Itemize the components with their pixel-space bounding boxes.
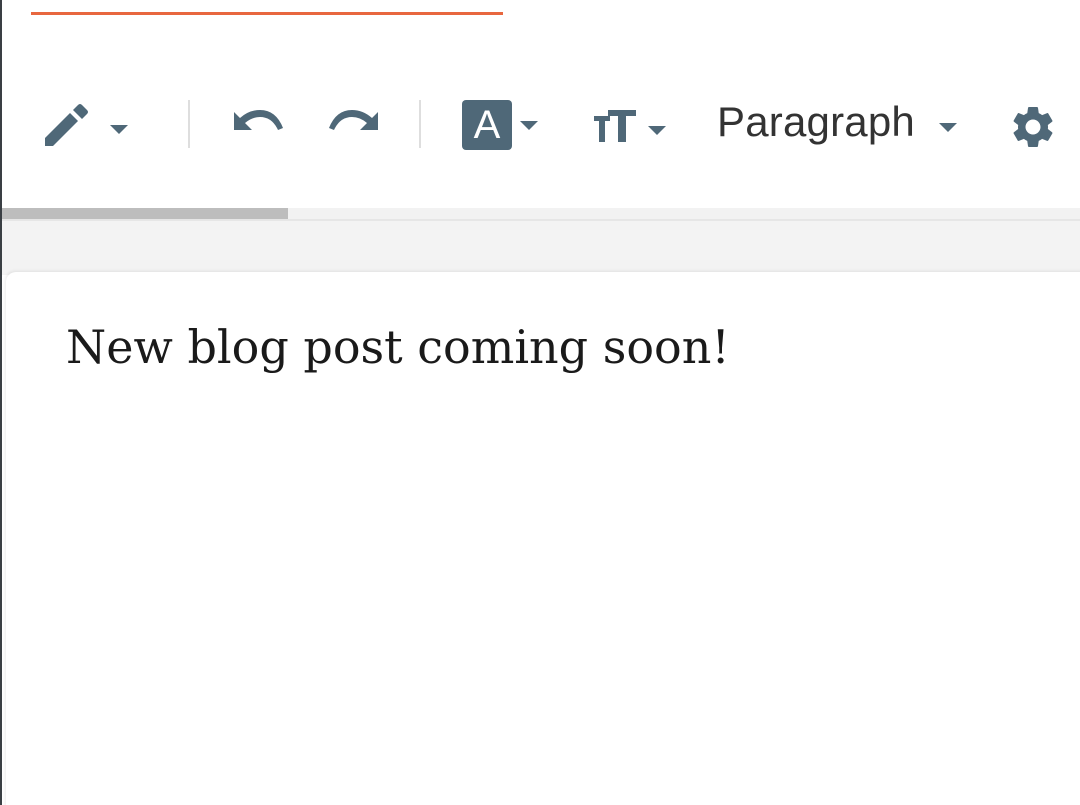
redo-icon <box>329 110 378 130</box>
undo-icon <box>234 110 283 130</box>
chevron-down-icon <box>938 123 957 132</box>
block-format-label: Paragraph <box>717 98 915 145</box>
undo-button[interactable] <box>230 106 286 146</box>
toolbar-separator <box>188 100 190 148</box>
progress-fill <box>2 208 288 219</box>
active-tab-indicator <box>31 12 503 15</box>
gear-icon <box>1013 106 1053 147</box>
progress-bar <box>2 208 1080 219</box>
editor-app: A Paragraph New blog post coming soon! <box>0 0 1080 805</box>
formatting-toolbar: A Paragraph <box>2 78 1080 172</box>
redo-button[interactable] <box>326 106 382 146</box>
text-color-glyph: A <box>473 102 501 147</box>
text-color-button[interactable]: A <box>462 100 544 150</box>
settings-button[interactable] <box>1008 102 1058 152</box>
text-size-icon <box>594 110 666 142</box>
chevron-down-icon <box>648 126 666 135</box>
edit-mode-button[interactable] <box>42 102 134 150</box>
pencil-icon <box>45 104 128 146</box>
chevron-down-icon <box>520 121 538 130</box>
text-color-icon: A <box>462 100 512 150</box>
toolbar-separator <box>419 100 421 148</box>
block-format-dropdown[interactable]: Paragraph <box>717 98 963 146</box>
text-size-button[interactable] <box>592 106 672 146</box>
chevron-down-icon <box>110 125 128 134</box>
editor-content[interactable]: New blog post coming soon! <box>66 320 730 374</box>
editor-backdrop <box>2 219 1080 275</box>
editor-canvas[interactable]: New blog post coming soon! <box>6 272 1080 805</box>
